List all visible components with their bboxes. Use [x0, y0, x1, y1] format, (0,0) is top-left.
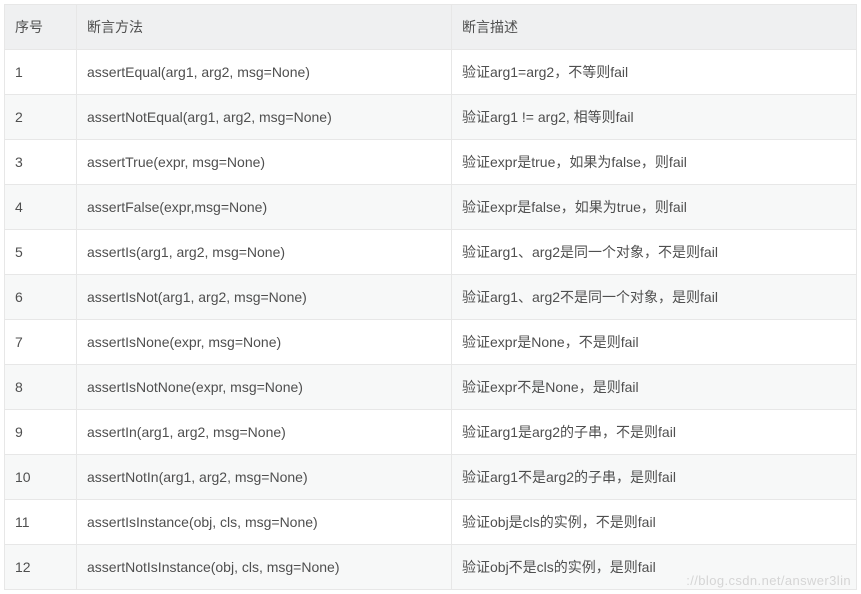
header-method: 断言方法 [77, 5, 452, 50]
table-row: 12assertNotIsInstance(obj, cls, msg=None… [5, 545, 857, 590]
cell-method: assertNotIsInstance(obj, cls, msg=None) [77, 545, 452, 590]
table-body: 1assertEqual(arg1, arg2, msg=None)验证arg1… [5, 50, 857, 590]
cell-method: assertIsInstance(obj, cls, msg=None) [77, 500, 452, 545]
cell-no: 1 [5, 50, 77, 95]
cell-no: 11 [5, 500, 77, 545]
cell-method: assertIsNot(arg1, arg2, msg=None) [77, 275, 452, 320]
cell-desc: 验证expr不是None，是则fail [452, 365, 857, 410]
cell-desc: 验证expr是None，不是则fail [452, 320, 857, 365]
table-header-row: 序号 断言方法 断言描述 [5, 5, 857, 50]
table-row: 9assertIn(arg1, arg2, msg=None)验证arg1是ar… [5, 410, 857, 455]
cell-method: assertIsNotNone(expr, msg=None) [77, 365, 452, 410]
cell-method: assertTrue(expr, msg=None) [77, 140, 452, 185]
cell-no: 12 [5, 545, 77, 590]
table-row: 2assertNotEqual(arg1, arg2, msg=None)验证a… [5, 95, 857, 140]
cell-desc: 验证arg1是arg2的子串，不是则fail [452, 410, 857, 455]
cell-desc: 验证expr是false，如果为true，则fail [452, 185, 857, 230]
cell-desc: 验证obj是cls的实例，不是则fail [452, 500, 857, 545]
cell-method: assertIsNone(expr, msg=None) [77, 320, 452, 365]
cell-method: assertIn(arg1, arg2, msg=None) [77, 410, 452, 455]
header-desc: 断言描述 [452, 5, 857, 50]
cell-desc: 验证expr是true，如果为false，则fail [452, 140, 857, 185]
cell-method: assertIs(arg1, arg2, msg=None) [77, 230, 452, 275]
table-row: 10assertNotIn(arg1, arg2, msg=None)验证arg… [5, 455, 857, 500]
cell-no: 2 [5, 95, 77, 140]
cell-desc: 验证obj不是cls的实例，是则fail [452, 545, 857, 590]
cell-method: assertNotIn(arg1, arg2, msg=None) [77, 455, 452, 500]
table-row: 7assertIsNone(expr, msg=None)验证expr是None… [5, 320, 857, 365]
table-row: 3assertTrue(expr, msg=None)验证expr是true，如… [5, 140, 857, 185]
table-row: 8assertIsNotNone(expr, msg=None)验证expr不是… [5, 365, 857, 410]
cell-no: 3 [5, 140, 77, 185]
cell-desc: 验证arg1 != arg2, 相等则fail [452, 95, 857, 140]
cell-desc: 验证arg1=arg2，不等则fail [452, 50, 857, 95]
cell-no: 4 [5, 185, 77, 230]
cell-desc: 验证arg1、arg2是同一个对象，不是则fail [452, 230, 857, 275]
cell-desc: 验证arg1不是arg2的子串，是则fail [452, 455, 857, 500]
cell-no: 9 [5, 410, 77, 455]
cell-no: 7 [5, 320, 77, 365]
assertion-table: 序号 断言方法 断言描述 1assertEqual(arg1, arg2, ms… [4, 4, 857, 590]
cell-no: 5 [5, 230, 77, 275]
cell-method: assertFalse(expr,msg=None) [77, 185, 452, 230]
cell-no: 10 [5, 455, 77, 500]
cell-no: 6 [5, 275, 77, 320]
cell-desc: 验证arg1、arg2不是同一个对象，是则fail [452, 275, 857, 320]
table-row: 5assertIs(arg1, arg2, msg=None)验证arg1、ar… [5, 230, 857, 275]
cell-method: assertEqual(arg1, arg2, msg=None) [77, 50, 452, 95]
cell-method: assertNotEqual(arg1, arg2, msg=None) [77, 95, 452, 140]
table-row: 6assertIsNot(arg1, arg2, msg=None)验证arg1… [5, 275, 857, 320]
cell-no: 8 [5, 365, 77, 410]
header-no: 序号 [5, 5, 77, 50]
table-row: 4assertFalse(expr,msg=None)验证expr是false，… [5, 185, 857, 230]
table-row: 1assertEqual(arg1, arg2, msg=None)验证arg1… [5, 50, 857, 95]
table-row: 11assertIsInstance(obj, cls, msg=None)验证… [5, 500, 857, 545]
